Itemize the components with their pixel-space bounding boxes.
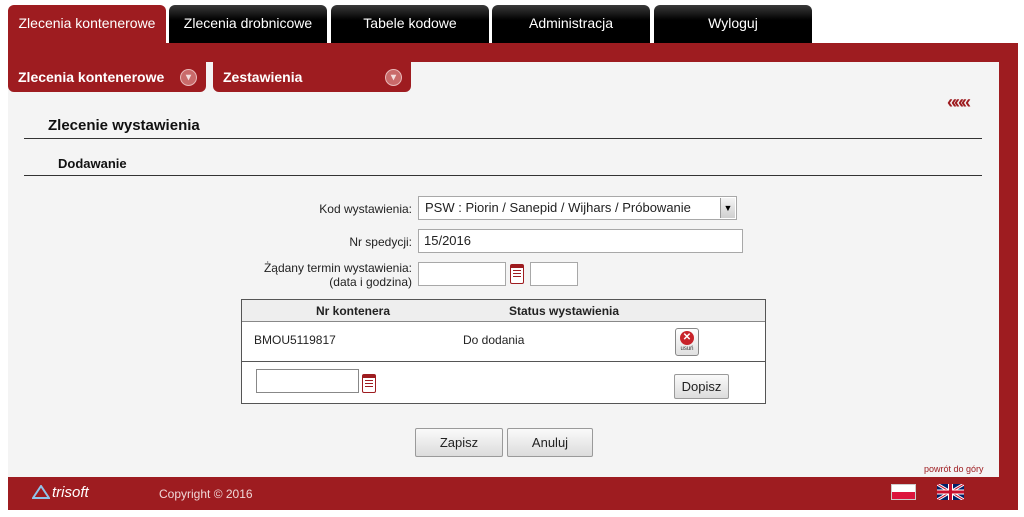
tab-zlecenia-kontenerowe[interactable]: Zlecenia kontenerowe (8, 5, 166, 43)
header-status-wystawienia: Status wystawienia (509, 304, 620, 318)
termin-time-input[interactable] (530, 262, 578, 286)
trisoft-logo-text: trisoft (52, 484, 89, 501)
termin-label-line2: (data i godzina) (329, 275, 412, 289)
container-status: Do dodania (463, 333, 525, 347)
back-to-top-link[interactable]: powrót do góry (924, 464, 984, 474)
chevron-down-icon[interactable]: ▼ (720, 198, 735, 218)
tab-zlecenia-drobnicowe[interactable]: Zlecenia drobnicowe (169, 5, 327, 43)
cancel-button[interactable]: Anuluj (507, 428, 593, 457)
copyright: Copyright © 2016 (159, 487, 253, 501)
tab-tabele-kodowe[interactable]: Tabele kodowe (331, 5, 489, 43)
new-container-input[interactable] (256, 369, 359, 393)
delete-icon: ✕ (680, 331, 694, 345)
collapse-icon[interactable]: ««« (947, 92, 975, 112)
flag-uk-icon[interactable] (936, 482, 965, 502)
nr-spedycji-input[interactable]: 15/2016 (418, 229, 743, 253)
table-row: BMOU5119817 Do dodania ✕ usuń (242, 322, 765, 362)
kod-wystawienia-select[interactable]: PSW : Piorin / Sanepid / Wijhars / Próbo… (418, 196, 737, 220)
subtab-label: Zestawienia (223, 69, 303, 85)
dropdown-arrow-icon[interactable]: ▾ (385, 69, 402, 86)
save-button[interactable]: Zapisz (415, 428, 503, 457)
termin-label: Żądany termin wystawienia: (data i godzi… (230, 261, 412, 289)
trisoft-logo-icon (31, 484, 51, 499)
tab-administracja[interactable]: Administracja (492, 5, 650, 43)
calendar-icon[interactable] (510, 264, 524, 284)
subtab-zlecenia-kontenerowe[interactable]: Zlecenia kontenerowe ▾ (8, 62, 206, 92)
container-table: Nr kontenera Status wystawienia BMOU5119… (241, 299, 766, 404)
nr-spedycji-label: Nr spedycji: (349, 235, 412, 249)
subtab-zestawienia[interactable]: Zestawienia ▾ (213, 62, 411, 92)
picker-icon[interactable] (362, 374, 376, 393)
termin-date-input[interactable] (418, 262, 506, 286)
kod-wystawienia-label: Kod wystawienia: (319, 202, 412, 216)
header-nr-kontenera: Nr kontenera (316, 304, 391, 318)
dopisz-button[interactable]: Dopisz (674, 374, 729, 399)
title-divider (24, 138, 982, 139)
delete-label: usuń (680, 346, 694, 352)
termin-label-line1: Żądany termin wystawienia: (263, 261, 412, 275)
table-header: Nr kontenera Status wystawienia (242, 300, 765, 322)
page-title: Zlecenie wystawienia (48, 117, 200, 134)
delete-button[interactable]: ✕ usuń (675, 328, 699, 356)
container-number: BMOU5119817 (254, 333, 336, 347)
dropdown-arrow-icon[interactable]: ▾ (180, 69, 197, 86)
tab-wyloguj[interactable]: Wyloguj (654, 5, 812, 43)
flag-pl-icon[interactable] (891, 484, 916, 500)
footer: trisoft Copyright © 2016 (8, 477, 1018, 510)
kod-wystawienia-value: PSW : Piorin / Sanepid / Wijhars / Próbo… (425, 200, 691, 215)
subtab-label: Zlecenia kontenerowe (18, 69, 165, 85)
section-title: Dodawanie (58, 156, 127, 171)
section-divider (24, 175, 982, 176)
